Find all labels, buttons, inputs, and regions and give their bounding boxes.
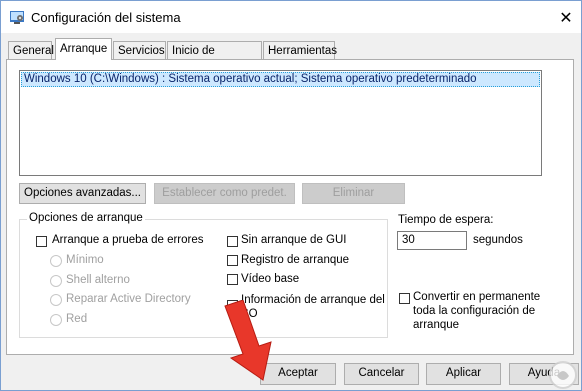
set-default-button[interactable]: Establecer como predet.	[154, 183, 295, 204]
list-item[interactable]: Windows 10 (C:\Windows) : Sistema operat…	[21, 72, 540, 87]
make-permanent-checkbox[interactable]	[399, 293, 410, 304]
make-permanent-label-line3: arranque	[413, 319, 460, 331]
tab-inicio-windows[interactable]: Inicio de Windows	[167, 41, 262, 75]
safe-boot-checkbox[interactable]	[36, 236, 47, 247]
make-permanent-label-line1: Convertir en permanente	[413, 291, 541, 303]
watermark-logo-icon	[549, 361, 577, 389]
tab-label: Arranque	[60, 43, 108, 55]
make-permanent-label-line2: toda la configuración de	[413, 305, 536, 317]
window-title: Configuración del sistema	[31, 10, 181, 25]
boot-options-title: Opciones de arranque	[27, 212, 145, 224]
alt-shell-label: Shell alterno	[66, 274, 130, 286]
base-video-checkbox[interactable]	[227, 274, 238, 285]
ad-repair-label: Reparar Active Directory	[66, 293, 191, 305]
tab-label: Servicios	[118, 45, 165, 57]
tab-herramientas[interactable]: Herramientas	[263, 41, 338, 59]
timeout-label: Tiempo de espera:	[398, 214, 494, 226]
apply-button[interactable]: Aplicar	[426, 363, 501, 385]
tab-general[interactable]: General	[8, 41, 54, 59]
boot-log-checkbox[interactable]	[227, 255, 238, 266]
no-gui-label: Sin arranque de GUI	[241, 234, 347, 246]
tab-servicios[interactable]: Servicios	[113, 41, 166, 59]
ad-repair-radio[interactable]	[50, 294, 62, 306]
delete-button[interactable]: Eliminar	[302, 183, 405, 204]
network-label: Red	[66, 313, 88, 325]
network-radio[interactable]	[50, 314, 62, 326]
cancel-button[interactable]: Cancelar	[344, 363, 419, 385]
msconfig-icon	[10, 11, 24, 24]
minimal-label: Mínimo	[66, 254, 104, 266]
tab-label: Herramientas	[268, 45, 338, 57]
tab-label: General	[13, 45, 54, 57]
safe-boot-label: Arranque a prueba de errores	[52, 234, 204, 246]
boot-entries-list[interactable]: Windows 10 (C:\Windows) : Sistema operat…	[19, 70, 542, 176]
title-bar: Configuración del sistema ✕	[1, 1, 581, 33]
alt-shell-radio[interactable]	[50, 275, 62, 287]
timeout-unit: segundos	[473, 234, 523, 246]
tab-arranque[interactable]: Arranque	[55, 38, 112, 60]
red-arrow-annotation	[224, 300, 272, 381]
boot-log-label: Registro de arranque	[241, 254, 350, 266]
no-gui-checkbox[interactable]	[227, 236, 238, 247]
close-icon[interactable]: ✕	[557, 8, 575, 28]
base-video-label: Vídeo base	[241, 273, 300, 285]
advanced-options-button[interactable]: Opciones avanzadas...	[19, 183, 146, 204]
minimal-radio[interactable]	[50, 255, 62, 267]
timeout-input[interactable]: 30	[397, 231, 467, 250]
